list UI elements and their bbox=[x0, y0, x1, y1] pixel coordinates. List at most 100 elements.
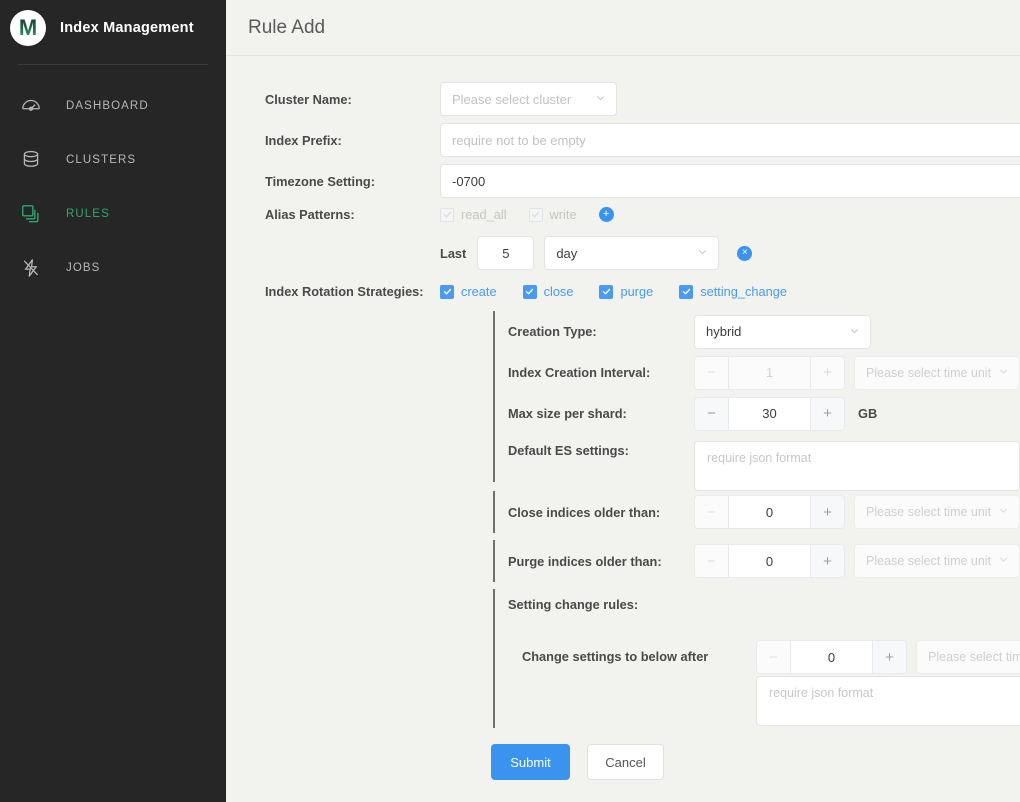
setting-change-rules-label: Setting change rules: bbox=[508, 597, 639, 612]
brand: M Index Management bbox=[0, 0, 226, 56]
sidebar-item-dashboard[interactable]: DASHBOARD bbox=[0, 79, 226, 133]
creation-type-label: Creation Type: bbox=[508, 324, 597, 339]
decrement-button[interactable]: − bbox=[694, 495, 728, 529]
creation-interval-unit-select[interactable]: Please select time unit bbox=[854, 355, 1020, 390]
cluster-name-select[interactable]: Please select cluster bbox=[440, 82, 617, 116]
strategy-checkbox-create[interactable]: create bbox=[440, 284, 497, 299]
strategy-checkbox-close[interactable]: close bbox=[522, 284, 574, 299]
check-icon bbox=[528, 207, 543, 222]
strategy-checkbox-label: create bbox=[461, 284, 497, 299]
index-prefix-input[interactable]: require not to be empty bbox=[440, 123, 1020, 157]
cancel-button[interactable]: Cancel bbox=[587, 744, 664, 780]
setting-change-value[interactable]: 0 bbox=[790, 640, 873, 674]
max-size-per-shard-stepper[interactable]: − 30 + bbox=[694, 396, 845, 431]
setting-change-unit-value: Please select time unit bbox=[928, 650, 1020, 664]
purge-indices-value[interactable]: 0 bbox=[728, 544, 811, 578]
max-size-per-shard-value[interactable]: 30 bbox=[728, 396, 811, 431]
sidebar-nav: DASHBOARD CLUSTERS RULES JOBS bbox=[0, 79, 226, 295]
sidebar-item-clusters[interactable]: CLUSTERS bbox=[0, 133, 226, 187]
purge-indices-stepper[interactable]: − 0 + bbox=[694, 544, 845, 578]
increment-button[interactable]: + bbox=[873, 640, 907, 674]
chevron-down-icon bbox=[998, 505, 1009, 519]
close-indices-unit-select[interactable]: Please select time unit bbox=[854, 495, 1020, 529]
increment-button[interactable]: + bbox=[811, 355, 845, 390]
timezone-label: Timezone Setting: bbox=[265, 173, 375, 189]
increment-button[interactable]: + bbox=[811, 396, 845, 431]
field-row-creation-type: Creation Type: hybrid bbox=[494, 311, 1020, 352]
creation-interval-label: Index Creation Interval: bbox=[508, 365, 651, 380]
setting-change-unit-select[interactable]: Please select time unit bbox=[916, 640, 1020, 674]
rule-add-form: Cluster Name: Please select cluster Inde… bbox=[226, 56, 1020, 780]
app-root: M Index Management DASHBOARD CLUSTERS RU… bbox=[0, 0, 1020, 802]
last-count-input[interactable]: 5 bbox=[477, 236, 535, 270]
chevron-down-icon bbox=[998, 366, 1009, 380]
close-indices-unit-value: Please select time unit bbox=[866, 505, 992, 519]
sidebar-item-jobs[interactable]: JOBS bbox=[0, 241, 226, 295]
group-accent-bar bbox=[493, 589, 495, 728]
purge-indices-unit-select[interactable]: Please select time unit bbox=[854, 544, 1020, 578]
remove-last-rule-button[interactable]: × bbox=[737, 245, 753, 261]
default-es-settings-textarea[interactable]: require json format bbox=[694, 441, 1020, 491]
chevron-down-icon bbox=[998, 554, 1009, 568]
increment-button[interactable]: + bbox=[811, 544, 845, 578]
strategy-checkbox-purge[interactable]: purge bbox=[599, 284, 653, 299]
default-es-settings-label: Default ES settings: bbox=[508, 443, 629, 458]
field-row-last-rule: Last 5 day × bbox=[226, 236, 1020, 270]
chevron-down-icon bbox=[595, 92, 606, 107]
setting-change-stepper[interactable]: − 0 + bbox=[756, 640, 907, 674]
increment-button[interactable]: + bbox=[811, 495, 845, 529]
field-row-index-prefix: Index Prefix: require not to be empty bbox=[226, 123, 1020, 157]
lightning-bolt-icon bbox=[20, 257, 50, 279]
strategy-checkbox-label: setting_change bbox=[700, 284, 787, 299]
close-indices-stepper[interactable]: − 0 + bbox=[694, 495, 845, 529]
timezone-input[interactable]: -0700 bbox=[440, 164, 1020, 198]
page-header: Rule Add bbox=[226, 0, 1020, 56]
sidebar-item-rules[interactable]: RULES bbox=[0, 187, 226, 241]
creation-interval-value[interactable]: 1 bbox=[728, 355, 811, 390]
field-row-creation-interval: Index Creation Interval: − 1 + Please se… bbox=[494, 352, 1020, 393]
index-prefix-value: require not to be empty bbox=[452, 132, 586, 148]
last-unit-select[interactable]: day bbox=[544, 236, 720, 270]
strategy-checkbox-setting-change[interactable]: setting_change bbox=[679, 284, 787, 299]
gauge-icon bbox=[20, 95, 50, 117]
close-indices-value[interactable]: 0 bbox=[728, 495, 811, 529]
alias-patterns-label: Alias Patterns: bbox=[265, 207, 355, 222]
setting-change-rules-group: Setting change rules: Change settings to… bbox=[493, 589, 1020, 728]
last-label: Last bbox=[440, 245, 467, 261]
setting-change-body: Change settings to below after − 0 + Ple… bbox=[494, 640, 1020, 726]
chevron-down-icon bbox=[697, 246, 708, 261]
default-es-settings-value: require json format bbox=[707, 451, 812, 465]
alias-checkbox-label: write bbox=[549, 207, 577, 222]
alias-checkbox-label: read_all bbox=[461, 207, 507, 222]
chevron-down-icon bbox=[849, 324, 860, 339]
decrement-button[interactable]: − bbox=[694, 544, 728, 578]
sidebar-item-label: DASHBOARD bbox=[66, 100, 149, 112]
strategy-checkbox-label: close bbox=[543, 284, 574, 299]
creation-interval-unit-value: Please select time unit bbox=[866, 365, 992, 380]
stacked-squares-icon bbox=[20, 203, 50, 225]
field-row-close-indices: Close indices older than: − 0 + Please s… bbox=[494, 491, 1020, 533]
setting-change-json-value: require json format bbox=[769, 686, 874, 700]
content-area: Rule Add Cluster Name: Please select clu… bbox=[226, 0, 1020, 802]
submit-button[interactable]: Submit bbox=[491, 744, 570, 780]
alias-checkbox-read-all[interactable]: read_all bbox=[440, 207, 507, 222]
cluster-name-value: Please select cluster bbox=[452, 91, 572, 107]
add-alias-pattern-button[interactable]: + bbox=[598, 207, 614, 222]
alias-checkbox-write[interactable]: write bbox=[528, 207, 577, 222]
field-row-default-es-settings: Default ES settings: require json format bbox=[494, 434, 1020, 491]
decrement-button[interactable]: − bbox=[756, 640, 790, 674]
purge-indices-group: Purge indices older than: − 0 + Please s… bbox=[493, 540, 1020, 582]
sidebar-divider bbox=[18, 64, 208, 65]
max-size-unit-label: GB bbox=[858, 406, 878, 421]
close-indices-label: Close indices older than: bbox=[508, 504, 661, 520]
setting-change-json-textarea[interactable]: require json format bbox=[756, 676, 1020, 726]
field-row-rotation-strategies: Index Rotation Strategies: create close bbox=[226, 284, 1020, 299]
creation-settings-group: Creation Type: hybrid Index Creation Int… bbox=[493, 311, 1020, 491]
creation-type-select[interactable]: hybrid bbox=[694, 314, 871, 349]
max-size-per-shard-label: Max size per shard: bbox=[508, 406, 627, 421]
field-row-max-size-per-shard: Max size per shard: − 30 + GB bbox=[494, 393, 1020, 434]
decrement-button[interactable]: − bbox=[694, 355, 728, 390]
check-icon bbox=[522, 284, 537, 299]
creation-interval-stepper[interactable]: − 1 + bbox=[694, 355, 845, 390]
decrement-button[interactable]: − bbox=[694, 396, 728, 431]
